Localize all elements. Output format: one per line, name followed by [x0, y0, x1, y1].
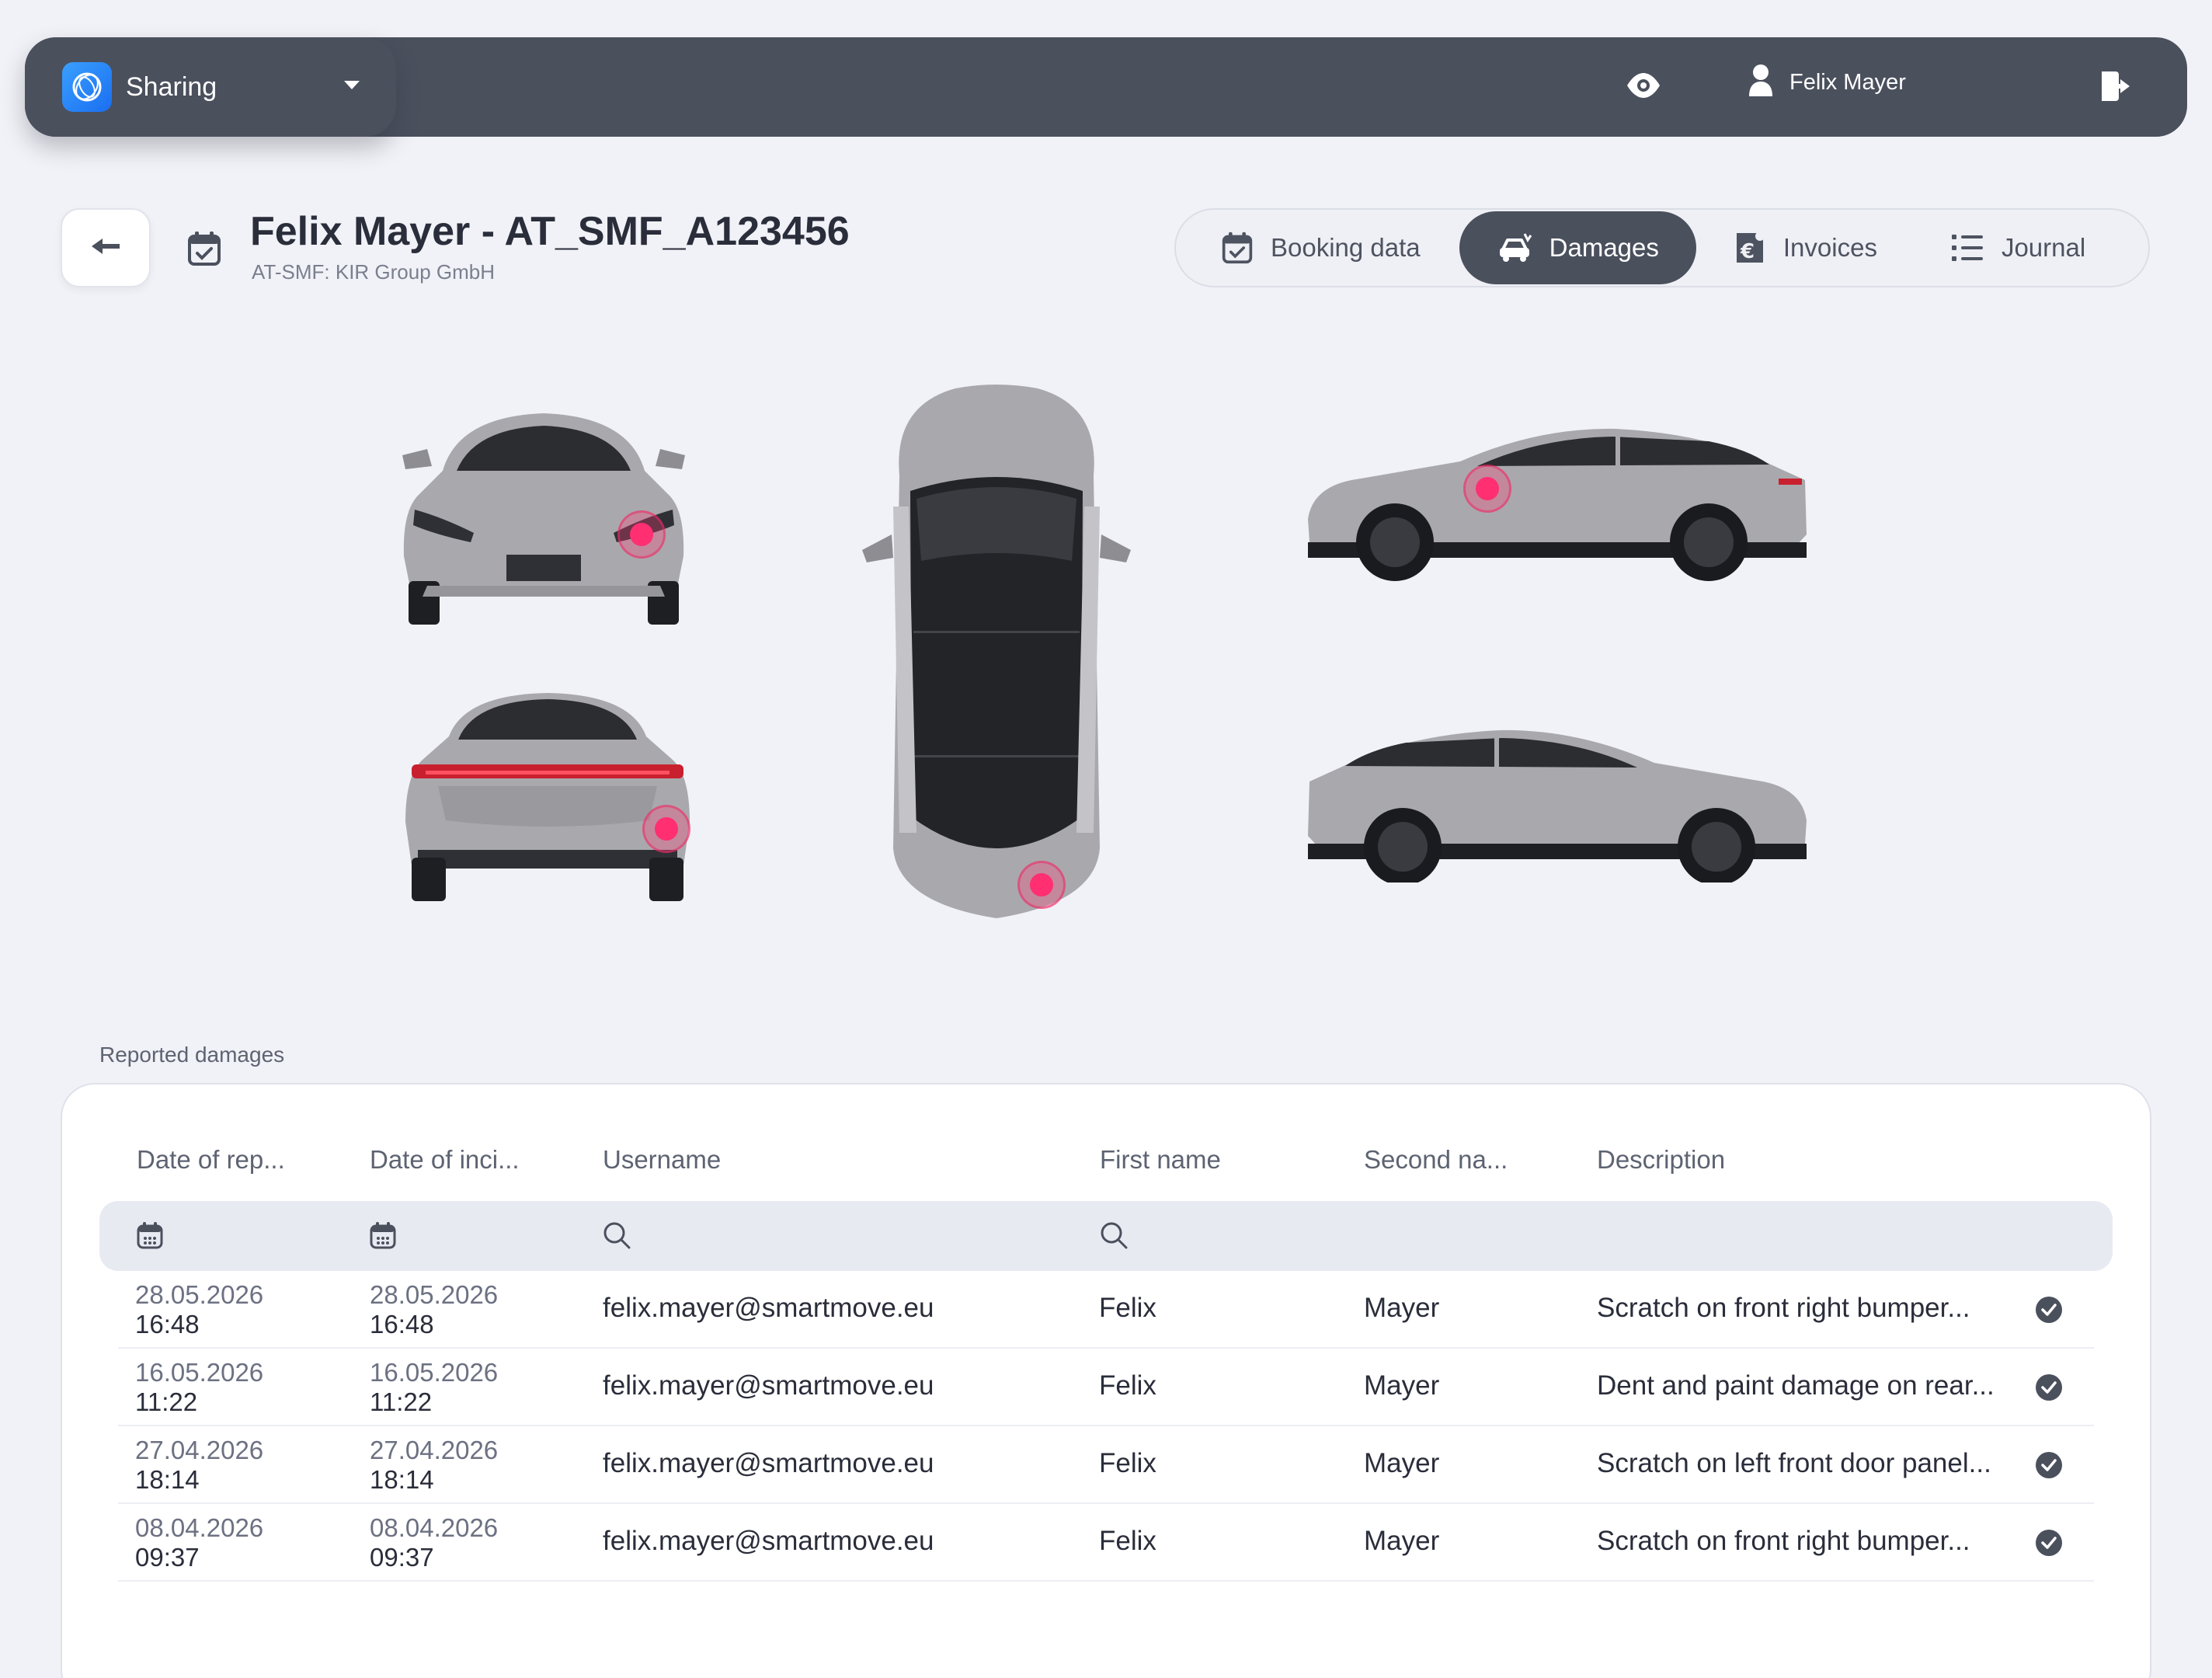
tab-journal[interactable]: Journal — [1913, 211, 2121, 284]
tab-label: Booking data — [1271, 233, 1421, 262]
username-cell: felix.mayer@smartmove.eu — [603, 1370, 934, 1401]
car-top-view[interactable] — [862, 382, 1131, 920]
second-name-cell: Mayer — [1364, 1448, 1440, 1478]
user-menu[interactable]: Felix Mayer — [1748, 64, 1906, 102]
second-name-cell: Mayer — [1364, 1526, 1440, 1556]
tab-label: Damages — [1549, 233, 1659, 262]
calendar-check-icon — [1221, 231, 1254, 265]
column-header-incident-date[interactable]: Date of inci... — [370, 1145, 520, 1175]
first-name-cell: Felix — [1099, 1526, 1156, 1556]
car-right-side-view[interactable] — [1305, 426, 1810, 581]
incident-date-cell: 28.05.2026 16:48 — [370, 1280, 499, 1339]
svg-text:€: € — [1740, 240, 1755, 263]
column-header-description[interactable]: Description — [1597, 1145, 1725, 1175]
first-name-cell: Felix — [1099, 1370, 1156, 1401]
incident-date-cell: 27.04.2026 18:14 — [370, 1436, 499, 1494]
incident-date-cell: 16.05.2026 11:22 — [370, 1358, 499, 1416]
car-left-side-view[interactable] — [1305, 727, 1810, 886]
username-cell: felix.mayer@smartmove.eu — [603, 1448, 934, 1478]
description-cell: Scratch on front right bumper... — [1597, 1526, 1970, 1556]
page-subtitle: AT-SMF: KIR Group GmbH — [252, 260, 496, 284]
page-title: Felix Mayer - AT_SMF_A123456 — [250, 209, 850, 254]
back-button[interactable] — [61, 208, 151, 287]
damage-marker-front[interactable] — [617, 510, 666, 559]
tab-booking-data[interactable]: Booking data — [1181, 211, 1459, 284]
caret-down-icon — [343, 80, 360, 95]
tab-label: Invoices — [1782, 233, 1877, 262]
tab-label: Journal — [2001, 233, 2086, 262]
description-cell: Scratch on front right bumper... — [1597, 1293, 1970, 1323]
report-date-cell: 16.05.2026 11:22 — [135, 1358, 264, 1416]
search-icon[interactable] — [1100, 1221, 1128, 1253]
check-circle-icon[interactable] — [2035, 1296, 2063, 1328]
damage-marker-top[interactable] — [1017, 861, 1066, 909]
column-header-second-name[interactable]: Second na... — [1364, 1145, 1508, 1175]
second-name-cell: Mayer — [1364, 1370, 1440, 1401]
description-cell: Dent and paint damage on rear... — [1597, 1370, 1995, 1401]
column-header-first-name[interactable]: First name — [1100, 1145, 1221, 1175]
incident-date-cell: 08.04.2026 09:37 — [370, 1513, 499, 1572]
tab-bar: Booking data Damages € Invoices Journal — [1174, 208, 2150, 287]
app-logo-icon — [62, 62, 112, 112]
damage-marker-rear[interactable] — [642, 805, 690, 853]
logout-icon[interactable] — [2099, 68, 2133, 108]
description-cell: Scratch on left front door panel... — [1597, 1448, 1991, 1478]
search-icon[interactable] — [603, 1221, 631, 1253]
report-date-cell: 27.04.2026 18:14 — [135, 1436, 264, 1494]
arrow-left-icon — [90, 237, 121, 259]
column-header-report-date[interactable]: Date of rep... — [137, 1145, 285, 1175]
eye-icon[interactable] — [1625, 67, 1662, 108]
report-date-cell: 28.05.2026 16:48 — [135, 1280, 264, 1339]
user-icon — [1748, 64, 1774, 102]
check-circle-icon[interactable] — [2035, 1373, 2063, 1405]
username-cell: felix.mayer@smartmove.eu — [603, 1293, 934, 1323]
user-name: Felix Mayer — [1789, 70, 1906, 95]
first-name-cell: Felix — [1099, 1448, 1156, 1478]
tab-damages[interactable]: Damages — [1459, 211, 1696, 284]
check-circle-icon[interactable] — [2035, 1451, 2063, 1483]
calendar-filter-icon[interactable] — [370, 1221, 396, 1253]
calendar-filter-icon[interactable] — [137, 1221, 163, 1253]
top-bar: Sharing Felix Mayer — [25, 37, 2187, 137]
second-name-cell: Mayer — [1364, 1293, 1440, 1323]
car-rear-view[interactable] — [402, 690, 693, 903]
first-name-cell: Felix — [1099, 1293, 1156, 1323]
section-label: Reported damages — [99, 1043, 285, 1067]
app-switcher[interactable]: Sharing — [25, 37, 396, 137]
check-circle-icon[interactable] — [2035, 1529, 2063, 1561]
column-header-username[interactable]: Username — [603, 1145, 721, 1175]
damage-marker-right-side[interactable] — [1463, 465, 1511, 513]
tab-invoices[interactable]: € Invoices — [1696, 211, 1913, 284]
car-damage-icon — [1498, 232, 1532, 263]
username-cell: felix.mayer@smartmove.eu — [603, 1526, 934, 1556]
list-icon — [1950, 232, 1984, 263]
report-date-cell: 08.04.2026 09:37 — [135, 1513, 264, 1572]
app-name: Sharing — [126, 71, 217, 102]
calendar-check-icon — [186, 230, 222, 271]
invoice-euro-icon: € — [1734, 230, 1766, 266]
